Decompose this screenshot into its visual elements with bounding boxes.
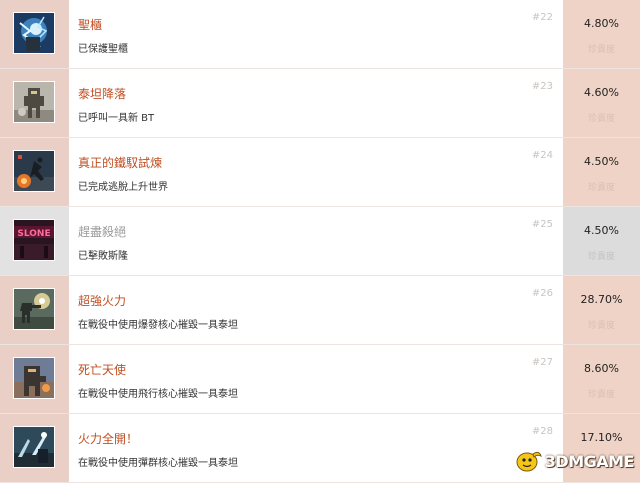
thumbnail-cell bbox=[0, 276, 69, 344]
achievement-number: #24 bbox=[531, 150, 553, 161]
banana-mascot-icon bbox=[516, 451, 542, 472]
achievement-description: 在戰役中使用彈群核心摧毀一具泰坦 bbox=[78, 458, 238, 469]
achievement-number: #23 bbox=[531, 81, 553, 92]
achievement-title: 趕盡殺絕 bbox=[78, 225, 127, 239]
achievement-row[interactable]: 超強火力 在戰役中使用爆發核心摧毀一具泰坦 #26 28.70% 珍貴度 bbox=[0, 276, 640, 345]
site-watermark: 3DMGAME bbox=[513, 448, 635, 474]
rarity-label: 珍貴度 bbox=[587, 252, 615, 262]
watermark-text: 3DMGAME bbox=[544, 451, 635, 471]
thumbnail-cell bbox=[0, 414, 69, 482]
achievement-description: 已保護聖櫃 bbox=[78, 44, 128, 55]
percentage-cell: 4.50% 珍貴度 bbox=[563, 207, 640, 275]
percentage-cell: 4.80% 珍貴度 bbox=[563, 0, 640, 68]
thumbnail-cell bbox=[0, 345, 69, 413]
achievement-list: 聖櫃 已保護聖櫃 #22 4.80% 珍貴度 泰坦降落 已呼叫一具新 BT #2… bbox=[0, 0, 640, 483]
achievement-number: #22 bbox=[531, 12, 553, 23]
rarity-label: 珍貴度 bbox=[587, 114, 615, 124]
percentage-cell: 4.50% 珍貴度 bbox=[563, 138, 640, 206]
achievement-percentage: 4.80% bbox=[584, 17, 619, 30]
achievement-number: #28 bbox=[531, 426, 553, 437]
achievement-body: 趕盡殺絕 已擊敗斯隆 #25 bbox=[69, 207, 563, 275]
achievement-percentage: 17.10% bbox=[580, 431, 623, 444]
achievement-title: 死亡天使 bbox=[78, 363, 127, 377]
achievement-row[interactable]: 死亡天使 在戰役中使用飛行核心摧毀一具泰坦 #27 8.60% 珍貴度 bbox=[0, 345, 640, 414]
achievement-percentage: 4.60% bbox=[584, 86, 619, 99]
achievement-body: 泰坦降落 已呼叫一具新 BT #23 bbox=[69, 69, 563, 137]
slone-sign-thumbnail: SLONE bbox=[13, 219, 55, 261]
achievement-row[interactable]: SLONE 趕盡殺絕 已擊敗斯隆 #25 4.50% 珍貴度 bbox=[0, 207, 640, 276]
achievement-description: 在戰役中使用爆發核心摧毀一具泰坦 bbox=[78, 320, 238, 331]
achievement-body: 聖櫃 已保護聖櫃 #22 bbox=[69, 0, 563, 68]
achievement-number: #25 bbox=[531, 219, 553, 230]
titan-landing-thumbnail bbox=[13, 81, 55, 123]
achievement-description: 已呼叫一具新 BT bbox=[78, 113, 155, 124]
achievement-description: 已完成逃脫上升世界 bbox=[78, 182, 168, 193]
titan-firing-thumbnail bbox=[13, 288, 55, 330]
rarity-label: 珍貴度 bbox=[587, 321, 615, 331]
achievement-description: 在戰役中使用飛行核心摧毀一具泰坦 bbox=[78, 389, 238, 400]
achievement-description: 已擊敗斯隆 bbox=[78, 251, 128, 262]
rarity-label: 珍貴度 bbox=[587, 45, 615, 55]
rarity-label: 珍貴度 bbox=[587, 183, 615, 193]
lightning-pilot-thumbnail bbox=[13, 12, 55, 54]
achievement-number: #26 bbox=[531, 288, 553, 299]
achievement-row[interactable]: 真正的鐵馭試煉 已完成逃脫上升世界 #24 4.50% 珍貴度 bbox=[0, 138, 640, 207]
thumbnail-cell bbox=[0, 69, 69, 137]
percentage-cell: 8.60% 珍貴度 bbox=[563, 345, 640, 413]
rarity-label: 珍貴度 bbox=[587, 390, 615, 400]
achievement-title: 火力全開！ bbox=[78, 432, 139, 446]
thumbnail-cell bbox=[0, 0, 69, 68]
achievement-row[interactable]: 泰坦降落 已呼叫一具新 BT #23 4.60% 珍貴度 bbox=[0, 69, 640, 138]
achievement-percentage: 4.50% bbox=[584, 224, 619, 237]
achievement-body: 真正的鐵馭試煉 已完成逃脫上升世界 #24 bbox=[69, 138, 563, 206]
achievement-percentage: 28.70% bbox=[580, 293, 623, 306]
achievement-title: 真正的鐵馭試煉 bbox=[78, 156, 163, 170]
achievement-title: 超強火力 bbox=[78, 294, 127, 308]
achievement-title: 泰坦降落 bbox=[78, 87, 127, 101]
achievement-body: 超強火力 在戰役中使用爆發核心摧毀一具泰坦 #26 bbox=[69, 276, 563, 344]
achievement-body: 死亡天使 在戰役中使用飛行核心摧毀一具泰坦 #27 bbox=[69, 345, 563, 413]
thumbnail-cell: SLONE bbox=[0, 207, 69, 275]
percentage-cell: 28.70% 珍貴度 bbox=[563, 276, 640, 344]
achievement-percentage: 8.60% bbox=[584, 362, 619, 375]
percentage-cell: 4.60% 珍貴度 bbox=[563, 69, 640, 137]
achievement-number: #27 bbox=[531, 357, 553, 368]
thumbnail-cell bbox=[0, 138, 69, 206]
achievement-row[interactable]: 聖櫃 已保護聖櫃 #22 4.80% 珍貴度 bbox=[0, 0, 640, 69]
svg-text:SLONE: SLONE bbox=[17, 229, 50, 239]
flight-core-thumbnail bbox=[13, 357, 55, 399]
achievement-percentage: 4.50% bbox=[584, 155, 619, 168]
pilot-jump-thumbnail bbox=[13, 150, 55, 192]
achievement-body: 火力全開！ 在戰役中使用彈群核心摧毀一具泰坦 #28 bbox=[69, 414, 563, 482]
salvo-core-thumbnail bbox=[13, 426, 55, 468]
achievement-title: 聖櫃 bbox=[78, 18, 103, 32]
